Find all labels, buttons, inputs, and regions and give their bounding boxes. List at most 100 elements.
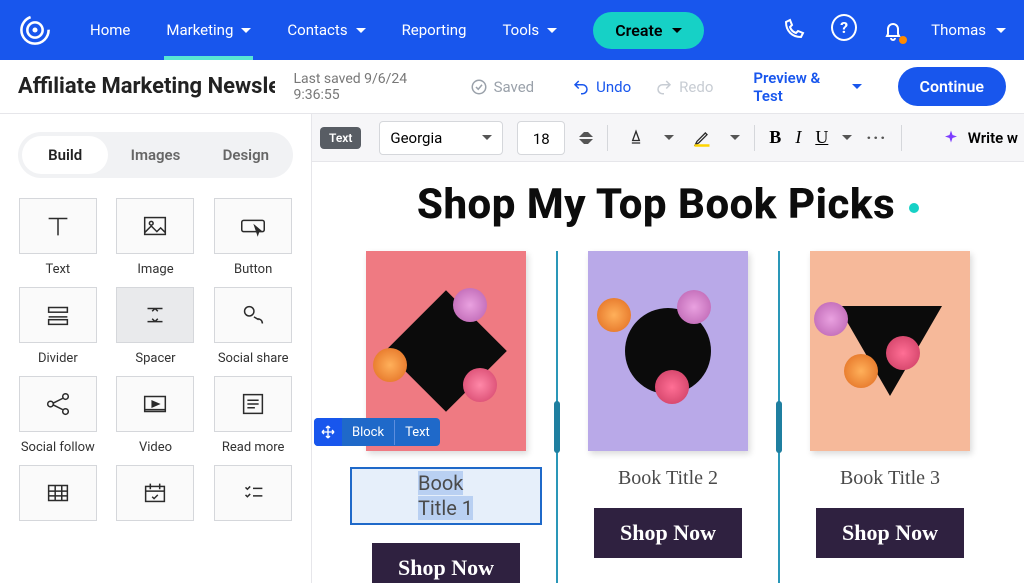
- document-bar: Affiliate Marketing Newslett Last saved …: [0, 60, 1024, 114]
- tab-build[interactable]: Build: [22, 136, 108, 174]
- block-table[interactable]: [14, 465, 102, 529]
- divider: [754, 125, 755, 151]
- chevron-down-icon[interactable]: [579, 139, 593, 149]
- shop-now-button-2[interactable]: Shop Now: [594, 508, 742, 558]
- headline-text[interactable]: Shop My Top Book Picks: [336, 180, 1000, 229]
- video-icon: [140, 389, 170, 419]
- create-button[interactable]: Create: [593, 12, 704, 49]
- block-text[interactable]: Text: [14, 198, 102, 277]
- chevron-down-icon: [482, 135, 492, 140]
- cursor-indicator: [909, 203, 919, 213]
- book-column-3: Book Title 3 Shop Now: [780, 251, 1000, 583]
- book-cover-3[interactable]: [810, 251, 970, 451]
- font-family-select[interactable]: Georgia: [379, 121, 503, 155]
- nav-marketing[interactable]: Marketing: [150, 0, 267, 60]
- redo-button: Redo: [655, 78, 713, 96]
- book-title-3[interactable]: Book Title 3: [840, 467, 940, 490]
- book-title-1[interactable]: Book Title 1: [350, 467, 542, 525]
- sidebar: Build Images Design Text Image Button Di…: [0, 114, 312, 583]
- preview-test-button[interactable]: Preview & Test: [753, 69, 861, 105]
- nav-contacts[interactable]: Contacts: [271, 0, 381, 60]
- undo-icon: [572, 78, 590, 96]
- table-icon: [43, 478, 73, 508]
- chevron-up-icon[interactable]: [579, 127, 593, 137]
- ai-write-button[interactable]: Write w: [942, 129, 1024, 147]
- block-selection-tag[interactable]: Block Text: [314, 418, 440, 446]
- divider: [901, 125, 902, 151]
- notifications-icon[interactable]: [881, 18, 905, 42]
- text-color-button[interactable]: [622, 124, 650, 152]
- user-menu[interactable]: Thomas: [931, 21, 1006, 39]
- book-column-2: Book Title 2 Shop Now: [558, 251, 778, 583]
- font-size-stepper[interactable]: [579, 127, 593, 149]
- redo-icon: [655, 78, 673, 96]
- block-social-share[interactable]: Social share: [209, 287, 297, 366]
- shop-now-button-1[interactable]: Shop Now: [372, 543, 520, 583]
- more-button[interactable]: ···: [866, 128, 887, 147]
- block-calendar[interactable]: [112, 465, 200, 529]
- underline-button[interactable]: U: [815, 127, 828, 148]
- block-divider[interactable]: Divider: [14, 287, 102, 366]
- social-follow-icon: [43, 389, 73, 419]
- spacer-icon: [140, 300, 170, 330]
- book-columns: Block Text Book Title 1 Shop Now: [336, 251, 1000, 583]
- shop-now-button-3[interactable]: Shop Now: [816, 508, 964, 558]
- divider-icon: [43, 300, 73, 330]
- text-label[interactable]: Text: [395, 420, 440, 445]
- block-button[interactable]: Button: [209, 198, 297, 277]
- phone-icon[interactable]: [781, 18, 805, 42]
- highlight-button[interactable]: [688, 124, 716, 152]
- app-logo-icon: [18, 13, 52, 47]
- block-video[interactable]: Video: [112, 376, 200, 455]
- block-image[interactable]: Image: [112, 198, 200, 277]
- undo-button[interactable]: Undo: [572, 78, 631, 96]
- font-size-input[interactable]: 18: [517, 121, 565, 155]
- chevron-down-icon[interactable]: [842, 135, 852, 140]
- social-share-icon: [238, 300, 268, 330]
- book-cover-2[interactable]: [588, 251, 748, 451]
- text-toolbar: Text Georgia 18 B I U ··· Write w: [312, 114, 1024, 162]
- chevron-down-icon: [241, 28, 251, 33]
- block-checklist[interactable]: [209, 465, 297, 529]
- last-saved-text: Last saved 9/6/24 9:36:55: [293, 71, 443, 103]
- nav-tools[interactable]: Tools: [486, 0, 573, 60]
- chevron-down-icon[interactable]: [664, 135, 674, 140]
- move-handle-icon[interactable]: [314, 418, 342, 446]
- block-social-follow[interactable]: Social follow: [14, 376, 102, 455]
- block-read-more[interactable]: Read more: [209, 376, 297, 455]
- bold-button[interactable]: B: [769, 127, 781, 148]
- image-icon: [140, 211, 170, 241]
- help-icon[interactable]: ?: [831, 18, 855, 42]
- canvas-area: Text Georgia 18 B I U ··· Write w Shop M…: [312, 114, 1024, 583]
- checklist-icon: [238, 478, 268, 508]
- chevron-down-icon: [852, 84, 862, 89]
- chevron-down-icon: [672, 28, 682, 33]
- text-icon: [43, 211, 73, 241]
- button-icon: [238, 211, 268, 241]
- book-title-2[interactable]: Book Title 2: [618, 467, 718, 490]
- notification-badge: [899, 36, 907, 44]
- italic-button[interactable]: I: [795, 127, 801, 148]
- chevron-down-icon: [356, 28, 366, 33]
- chevron-down-icon[interactable]: [730, 135, 740, 140]
- nav-reporting[interactable]: Reporting: [386, 0, 483, 60]
- book-column-1: Block Text Book Title 1 Shop Now: [336, 251, 556, 583]
- top-nav: Home Marketing Contacts Reporting Tools …: [0, 0, 1024, 60]
- tab-design[interactable]: Design: [203, 136, 289, 174]
- toolbar-mode-tag: Text: [320, 127, 361, 149]
- continue-button[interactable]: Continue: [898, 67, 1006, 106]
- divider: [607, 125, 608, 151]
- chevron-down-icon: [547, 28, 557, 33]
- block-spacer[interactable]: Spacer: [112, 287, 200, 366]
- block-label[interactable]: Block: [342, 420, 395, 445]
- workspace: Build Images Design Text Image Button Di…: [0, 114, 1024, 583]
- sidebar-tabs: Build Images Design: [18, 132, 293, 178]
- nav-home[interactable]: Home: [74, 0, 146, 60]
- calendar-icon: [140, 478, 170, 508]
- save-status: Saved: [470, 78, 535, 96]
- email-canvas[interactable]: Shop My Top Book Picks: [312, 162, 1024, 583]
- tab-images[interactable]: Images: [112, 136, 198, 174]
- block-grid: Text Image Button Divider Spacer Social …: [14, 198, 297, 529]
- document-title[interactable]: Affiliate Marketing Newslett: [18, 74, 275, 99]
- read-more-icon: [238, 389, 268, 419]
